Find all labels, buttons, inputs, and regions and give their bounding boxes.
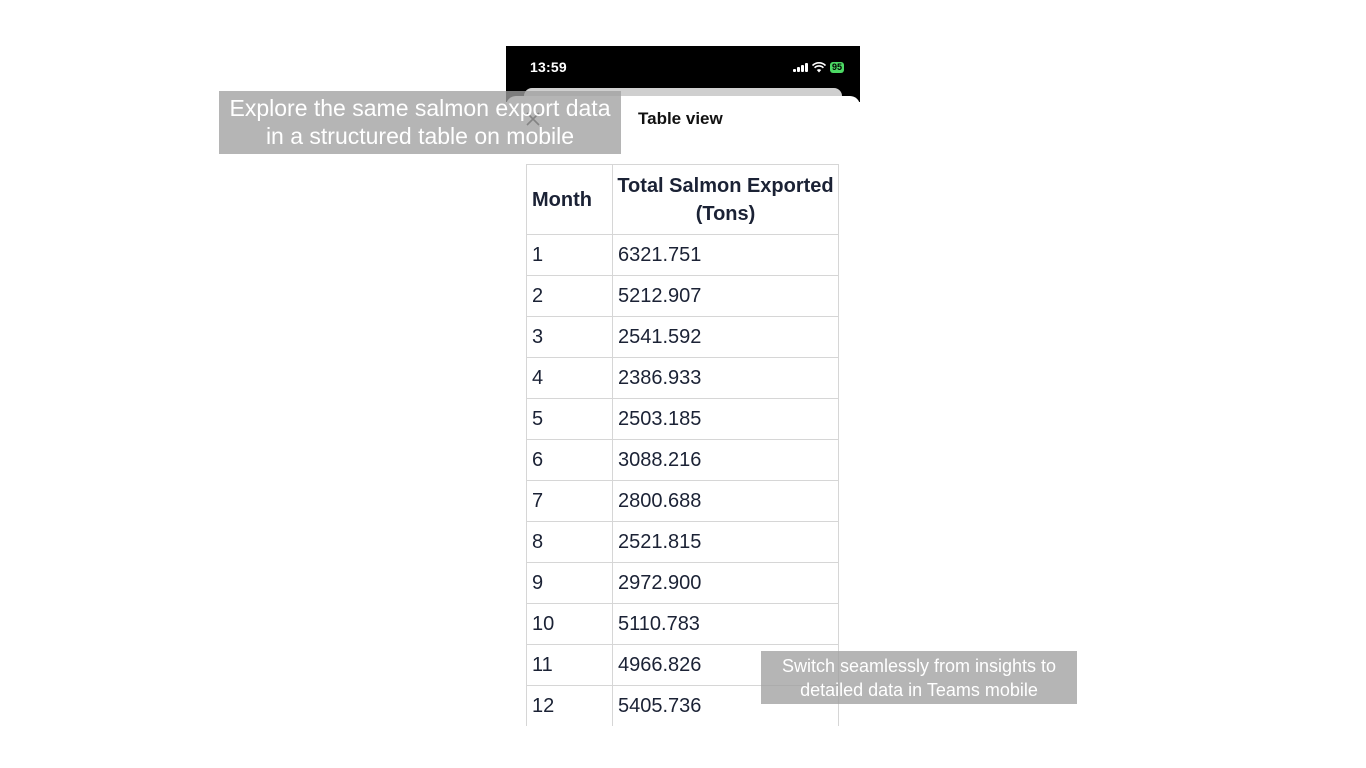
column-header-month: Month [526, 164, 613, 235]
value-cell: 2800.688 [612, 480, 839, 522]
table-header-row: Month Total Salmon Exported (Tons) [526, 164, 839, 235]
sheet-title: Table view [638, 109, 723, 128]
table-row: 4 2386.933 [526, 357, 839, 399]
table-row: 5 2503.185 [526, 398, 839, 440]
value-cell: 3088.216 [612, 439, 839, 481]
cellular-signal-icon [792, 62, 808, 72]
value-cell: 6321.751 [612, 234, 839, 276]
value-cell: 2541.592 [612, 316, 839, 358]
status-time: 13:59 [530, 59, 567, 75]
table-row: 10 5110.783 [526, 603, 839, 645]
month-cell: 11 [526, 644, 613, 686]
table-row: 1 6321.751 [526, 234, 839, 276]
month-cell: 8 [526, 521, 613, 563]
status-icons: 95 [792, 60, 844, 74]
table-row: 6 3088.216 [526, 439, 839, 481]
table-row: 9 2972.900 [526, 562, 839, 604]
column-header-total: Total Salmon Exported (Tons) [612, 164, 839, 235]
caption-top: Explore the same salmon export data in a… [219, 91, 621, 154]
table-row: 3 2541.592 [526, 316, 839, 358]
value-cell: 2386.933 [612, 357, 839, 399]
month-cell: 6 [526, 439, 613, 481]
value-cell: 2521.815 [612, 521, 839, 563]
salmon-export-table: Month Total Salmon Exported (Tons) 1 6321… [526, 164, 839, 726]
month-cell: 4 [526, 357, 613, 399]
month-cell: 7 [526, 480, 613, 522]
table-row: 2 5212.907 [526, 275, 839, 317]
value-cell: 5212.907 [612, 275, 839, 317]
month-cell: 10 [526, 603, 613, 645]
wifi-icon [811, 61, 826, 72]
value-cell: 2503.185 [612, 398, 839, 440]
month-cell: 3 [526, 316, 613, 358]
month-cell: 9 [526, 562, 613, 604]
value-cell: 2972.900 [612, 562, 839, 604]
month-cell: 5 [526, 398, 613, 440]
table-row: 7 2800.688 [526, 480, 839, 522]
month-cell: 2 [526, 275, 613, 317]
caption-bottom: Switch seamlessly from insights to detai… [761, 651, 1077, 704]
month-cell: 12 [526, 685, 613, 726]
month-cell: 1 [526, 234, 613, 276]
battery-icon: 95 [829, 61, 844, 73]
table-view-sheet: Table view Month Total Salmon Exported (… [506, 96, 860, 726]
table-row: 8 2521.815 [526, 521, 839, 563]
value-cell: 5110.783 [612, 603, 839, 645]
